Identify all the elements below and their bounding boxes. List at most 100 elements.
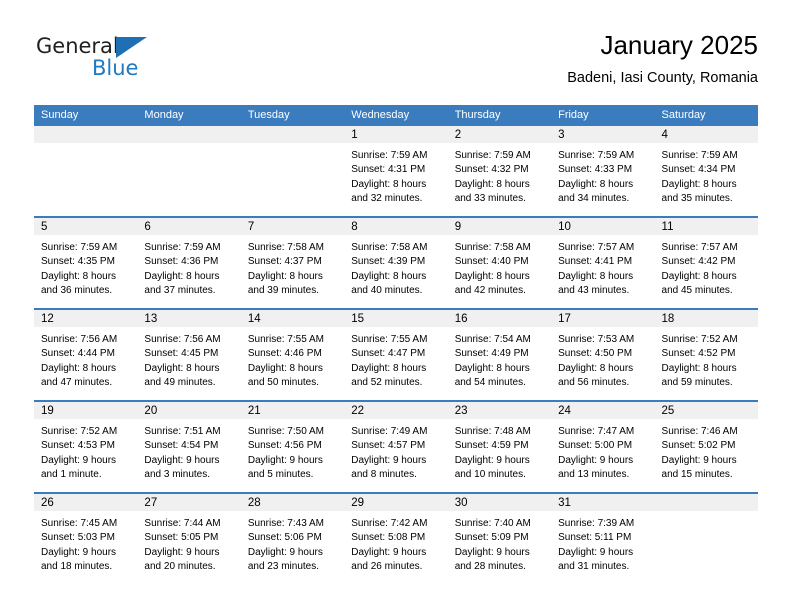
calendar-day-cell[interactable]: 26 Sunrise: 7:45 AM Sunset: 5:03 PM Dayligh… xyxy=(34,492,138,584)
daylight-text: and 10 minutes. xyxy=(454,468,526,480)
day-details: Sunrise: 7:56 AM Sunset: 4:44 PM Daylight:… xyxy=(34,327,137,390)
daylight-text: and 8 minutes. xyxy=(351,468,417,480)
daylight-text: and 18 minutes. xyxy=(41,560,113,572)
weekday-header-thursday: Thursday xyxy=(447,105,552,126)
daylight-text: and 31 minutes. xyxy=(558,560,630,572)
calendar-day-cell[interactable]: 2 Sunrise: 7:59 AM Sunset: 4:32 PM Daylight… xyxy=(447,126,552,217)
calendar-day-cell[interactable]: 16 Sunrise: 7:54 AM Sunset: 4:49 PM Dayligh… xyxy=(447,308,552,401)
daylight-text: and 59 minutes. xyxy=(661,376,733,388)
daylight-text: Daylight: 8 hours xyxy=(351,362,427,374)
calendar-day-cell[interactable]: 14 Sunrise: 7:55 AM Sunset: 4:46 PM Dayligh… xyxy=(240,308,345,401)
daylight-text: Daylight: 8 hours xyxy=(247,362,323,374)
daylight-text: Daylight: 8 hours xyxy=(661,178,737,190)
calendar-day-cell[interactable]: 9 Sunrise: 7:58 AM Sunset: 4:40 PM Daylight… xyxy=(447,216,552,309)
day-details: Sunrise: 7:55 AM Sunset: 4:47 PM Daylight:… xyxy=(344,327,447,390)
day-number: 3 xyxy=(551,126,655,143)
daylight-text: and 32 minutes. xyxy=(351,192,423,204)
calendar-day-cell[interactable]: 5 Sunrise: 7:59 AM Sunset: 4:35 PM Daylight… xyxy=(34,216,138,309)
calendar-day-cell[interactable]: 22 Sunrise: 7:49 AM Sunset: 4:57 PM Dayligh… xyxy=(344,400,448,493)
daylight-text: and 35 minutes. xyxy=(661,192,733,204)
weekday-header-saturday: Saturday xyxy=(654,105,758,126)
calendar-day-cell[interactable]: 25 Sunrise: 7:46 AM Sunset: 5:02 PM Dayligh… xyxy=(654,400,758,493)
sunset-text: Sunset: 4:50 PM xyxy=(558,348,633,360)
calendar-day-cell[interactable]: 15 Sunrise: 7:55 AM Sunset: 4:47 PM Dayligh… xyxy=(344,308,448,401)
day-number: 21 xyxy=(240,402,345,419)
day-details: Sunrise: 7:58 AM Sunset: 4:37 PM Daylight:… xyxy=(241,235,344,298)
calendar-day-cell[interactable]: 24 Sunrise: 7:47 AM Sunset: 5:00 PM Dayligh… xyxy=(551,400,655,493)
day-number: 23 xyxy=(447,402,552,419)
calendar-day-cell[interactable]: 7 Sunrise: 7:58 AM Sunset: 4:37 PM Daylight… xyxy=(240,216,345,309)
daylight-text: and 34 minutes. xyxy=(558,192,630,204)
sunset-text: Sunset: 5:02 PM xyxy=(661,440,736,452)
sunrise-text: Sunrise: 7:55 AM xyxy=(247,334,324,345)
calendar-day-cell[interactable]: 10 Sunrise: 7:57 AM Sunset: 4:41 PM Dayligh… xyxy=(551,216,655,309)
daylight-text: Daylight: 8 hours xyxy=(247,270,323,282)
sunset-text: Sunset: 4:39 PM xyxy=(351,256,426,268)
page-subtitle: Badeni, Iasi County, Romania xyxy=(567,70,758,86)
day-number xyxy=(240,126,345,143)
calendar-day-cell[interactable]: 1 Sunrise: 7:59 AM Sunset: 4:31 PM Daylight… xyxy=(344,126,448,217)
day-number: 29 xyxy=(344,494,448,511)
daylight-text: Daylight: 9 hours xyxy=(454,546,530,558)
day-details: Sunrise: 7:59 AM Sunset: 4:32 PM Daylight:… xyxy=(448,143,551,206)
day-number: 12 xyxy=(34,310,138,327)
day-number: 9 xyxy=(447,218,552,235)
day-details: Sunrise: 7:48 AM Sunset: 4:59 PM Daylight:… xyxy=(448,419,551,482)
logo-text-blue: Blue xyxy=(92,56,139,80)
sunset-text: Sunset: 5:09 PM xyxy=(454,532,529,544)
day-number: 14 xyxy=(240,310,345,327)
calendar-day-cell[interactable]: 27 Sunrise: 7:44 AM Sunset: 5:05 PM Dayligh… xyxy=(137,492,241,584)
sunrise-text: Sunrise: 7:53 AM xyxy=(558,334,635,345)
calendar-day-cell[interactable]: 31 Sunrise: 7:39 AM Sunset: 5:11 PM Dayligh… xyxy=(551,492,655,584)
daylight-text: Daylight: 9 hours xyxy=(558,546,634,558)
calendar-page: General Blue January 2025 Badeni, Iasi C… xyxy=(0,0,792,612)
day-number xyxy=(654,494,758,511)
sunset-text: Sunset: 4:32 PM xyxy=(454,164,529,176)
sunrise-text: Sunrise: 7:50 AM xyxy=(247,426,324,437)
general-blue-logo[interactable]: General Blue xyxy=(34,34,224,86)
calendar-day-cell[interactable]: 23 Sunrise: 7:48 AM Sunset: 4:59 PM Dayligh… xyxy=(447,400,552,493)
daylight-text: Daylight: 8 hours xyxy=(351,270,427,282)
calendar-day-cell[interactable]: 13 Sunrise: 7:56 AM Sunset: 4:45 PM Dayligh… xyxy=(137,308,241,401)
daylight-text: Daylight: 9 hours xyxy=(454,454,530,466)
day-details: Sunrise: 7:59 AM Sunset: 4:31 PM Daylight:… xyxy=(344,143,447,206)
day-details: Sunrise: 7:49 AM Sunset: 4:57 PM Daylight:… xyxy=(344,419,447,482)
daylight-text: Daylight: 9 hours xyxy=(247,546,323,558)
day-number: 1 xyxy=(344,126,448,143)
sunrise-text: Sunrise: 7:39 AM xyxy=(558,518,635,529)
sunrise-text: Sunrise: 7:58 AM xyxy=(351,242,428,253)
daylight-text: and 15 minutes. xyxy=(661,468,733,480)
calendar-day-cell[interactable]: 4 Sunrise: 7:59 AM Sunset: 4:34 PM Daylight… xyxy=(654,126,758,217)
calendar-day-cell[interactable]: 19 Sunrise: 7:52 AM Sunset: 4:53 PM Dayligh… xyxy=(34,400,138,493)
calendar-day-cell-empty xyxy=(34,126,138,217)
calendar-day-cell[interactable]: 20 Sunrise: 7:51 AM Sunset: 4:54 PM Dayligh… xyxy=(137,400,241,493)
calendar-day-cell[interactable]: 12 Sunrise: 7:56 AM Sunset: 4:44 PM Dayligh… xyxy=(34,308,138,401)
calendar-day-cell[interactable]: 6 Sunrise: 7:59 AM Sunset: 4:36 PM Daylight… xyxy=(137,216,241,309)
calendar-day-cell[interactable]: 17 Sunrise: 7:53 AM Sunset: 4:50 PM Dayligh… xyxy=(551,308,655,401)
calendar-day-cell[interactable]: 21 Sunrise: 7:50 AM Sunset: 4:56 PM Dayligh… xyxy=(240,400,345,493)
calendar-day-cell[interactable]: 3 Sunrise: 7:59 AM Sunset: 4:33 PM Daylight… xyxy=(551,126,655,217)
daylight-text: Daylight: 9 hours xyxy=(661,454,737,466)
day-details: Sunrise: 7:46 AM Sunset: 5:02 PM Daylight:… xyxy=(655,419,758,482)
calendar-week-row: 5 Sunrise: 7:59 AM Sunset: 4:35 PM Daylight… xyxy=(34,216,758,309)
calendar-day-cell[interactable]: 29 Sunrise: 7:42 AM Sunset: 5:08 PM Dayligh… xyxy=(344,492,448,584)
daylight-text: and 39 minutes. xyxy=(247,284,320,296)
calendar-day-cell[interactable]: 8 Sunrise: 7:58 AM Sunset: 4:39 PM Daylight… xyxy=(344,216,448,309)
day-details: Sunrise: 7:52 AM Sunset: 4:53 PM Daylight:… xyxy=(34,419,137,482)
calendar-day-cell[interactable]: 28 Sunrise: 7:43 AM Sunset: 5:06 PM Dayligh… xyxy=(240,492,345,584)
day-details: Sunrise: 7:53 AM Sunset: 4:50 PM Daylight:… xyxy=(551,327,654,390)
calendar-day-cell-empty xyxy=(137,126,241,217)
sunrise-text: Sunrise: 7:48 AM xyxy=(454,426,531,437)
day-details: Sunrise: 7:44 AM Sunset: 5:05 PM Daylight:… xyxy=(137,511,240,574)
day-details: Sunrise: 7:43 AM Sunset: 5:06 PM Daylight:… xyxy=(241,511,344,574)
daylight-text: Daylight: 8 hours xyxy=(558,178,634,190)
sunset-text: Sunset: 4:53 PM xyxy=(41,440,115,452)
daylight-text: and 28 minutes. xyxy=(454,560,526,572)
sunset-text: Sunset: 4:52 PM xyxy=(661,348,736,360)
day-details: Sunrise: 7:57 AM Sunset: 4:41 PM Daylight:… xyxy=(551,235,654,298)
calendar-day-cell[interactable]: 18 Sunrise: 7:52 AM Sunset: 4:52 PM Dayligh… xyxy=(654,308,758,401)
calendar-day-cell[interactable]: 30 Sunrise: 7:40 AM Sunset: 5:09 PM Dayligh… xyxy=(447,492,552,584)
day-details: Sunrise: 7:50 AM Sunset: 4:56 PM Daylight:… xyxy=(241,419,344,482)
calendar-day-cell[interactable]: 11 Sunrise: 7:57 AM Sunset: 4:42 PM Dayligh… xyxy=(654,216,758,309)
daylight-text: Daylight: 8 hours xyxy=(558,270,634,282)
